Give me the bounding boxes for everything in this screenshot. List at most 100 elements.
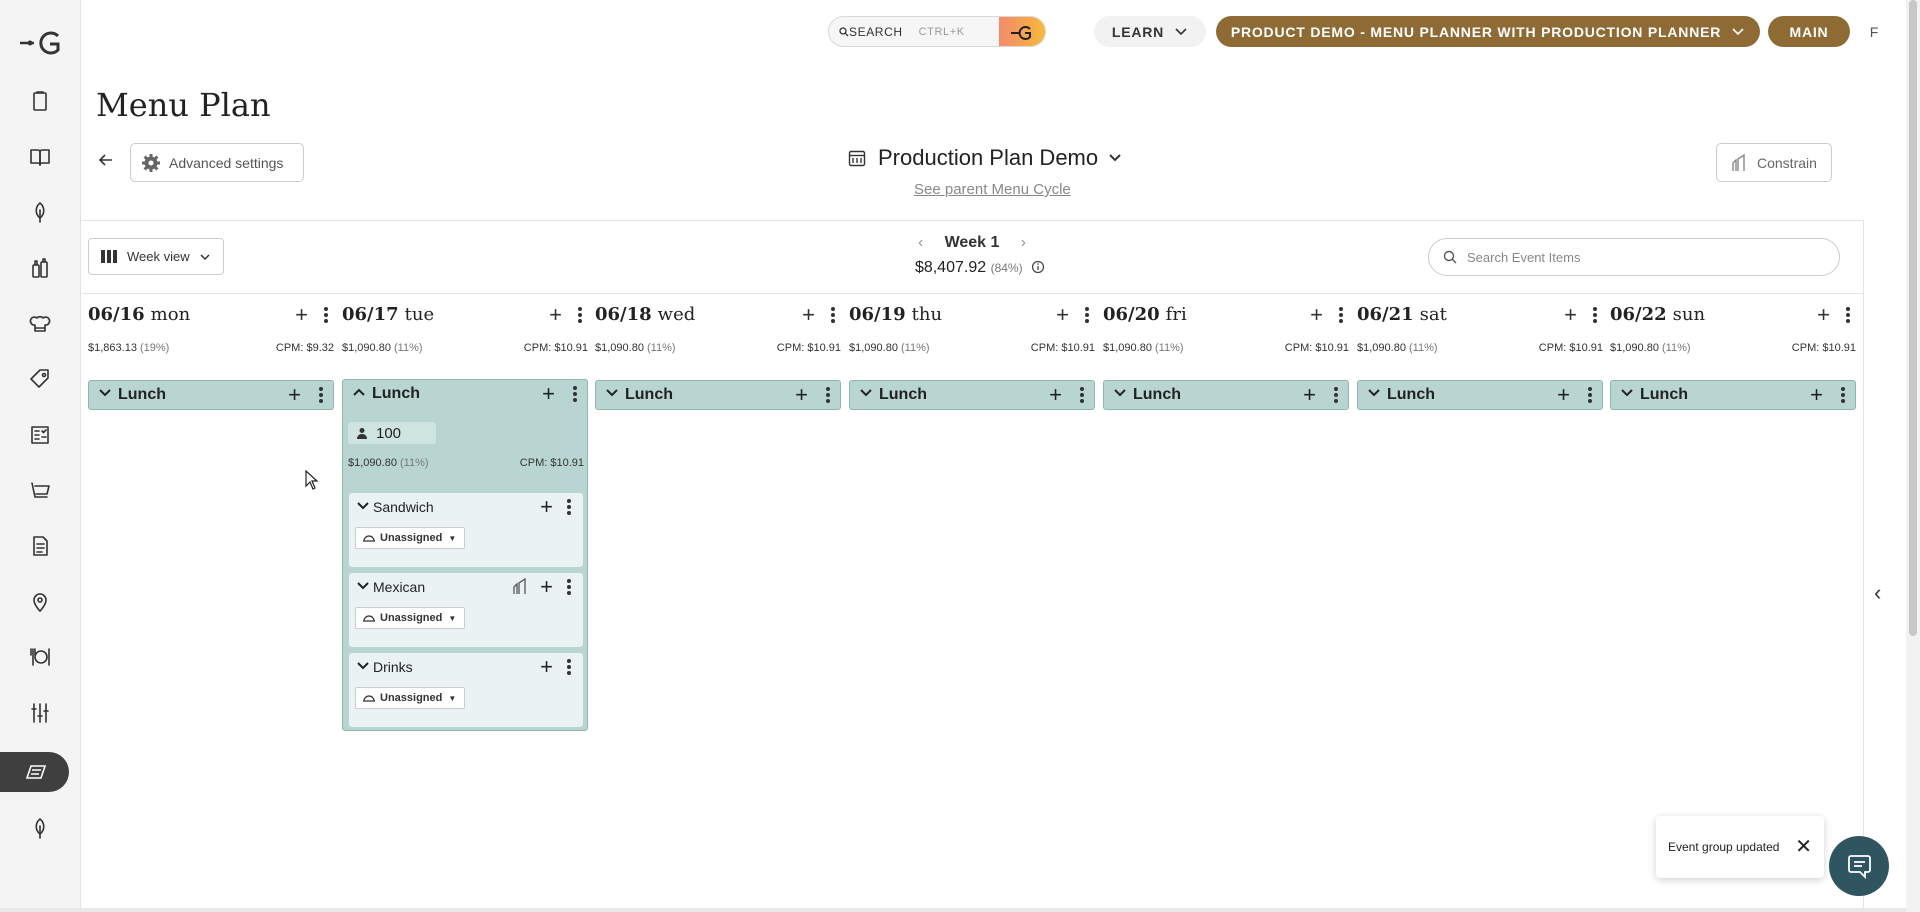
meal-card[interactable]: Lunch + — [849, 380, 1095, 410]
add-icon[interactable]: + — [802, 302, 815, 328]
constrain-icon[interactable] — [511, 578, 529, 596]
back-arrow-icon[interactable] — [96, 150, 116, 170]
chat-support-button[interactable] — [1829, 836, 1889, 896]
location-pin-icon[interactable] — [24, 586, 56, 618]
more-options-icon[interactable] — [1080, 387, 1084, 405]
meal-card[interactable]: Lunch + — [1610, 380, 1856, 410]
add-icon[interactable]: + — [540, 494, 553, 520]
day-pct: (19%) — [140, 342, 170, 354]
sliders-icon[interactable] — [24, 697, 56, 729]
add-icon[interactable]: + — [1303, 382, 1316, 408]
chevron-down-icon[interactable] — [606, 388, 618, 398]
more-options-icon[interactable] — [1588, 387, 1592, 405]
more-options-icon[interactable] — [831, 307, 835, 325]
plan-selector[interactable]: Production Plan Demo — [848, 145, 1122, 171]
station-select[interactable]: Unassigned ▼ — [355, 527, 465, 549]
add-icon[interactable]: + — [1817, 302, 1830, 328]
cart-icon[interactable] — [24, 475, 56, 507]
chevron-down-icon[interactable] — [99, 388, 111, 398]
project-switcher-button[interactable]: PRODUCT DEMO - MENU PLANNER WITH PRODUCT… — [1216, 16, 1760, 47]
more-options-icon[interactable] — [567, 579, 571, 597]
parent-menu-cycle-link[interactable]: See parent Menu Cycle — [914, 181, 1071, 198]
checklist-icon[interactable] — [24, 419, 56, 451]
meal-card-expanded[interactable]: Lunch + 100 $1,090.80 (11%) CPM: $10.91 … — [342, 379, 588, 731]
add-icon[interactable]: + — [540, 574, 553, 600]
more-options-icon[interactable] — [1085, 307, 1089, 325]
more-options-icon[interactable] — [1339, 307, 1343, 325]
chef-hat-icon[interactable] — [24, 308, 56, 340]
meal-stats: $1,090.80 (11%) CPM: $10.91 — [348, 457, 584, 469]
tag-icon[interactable] — [24, 363, 56, 395]
meal-card[interactable]: Lunch + — [88, 380, 334, 410]
menu-plan-nav-active[interactable] — [0, 752, 69, 792]
more-options-icon[interactable] — [826, 387, 830, 405]
more-options-icon[interactable] — [324, 307, 328, 325]
chevron-down-icon[interactable] — [1621, 388, 1633, 398]
more-options-icon[interactable] — [578, 307, 582, 325]
prev-week-icon[interactable]: ‹ — [918, 234, 923, 252]
station-select[interactable]: Unassigned ▼ — [355, 607, 465, 629]
galley-logo[interactable] — [18, 28, 64, 58]
bottles-icon[interactable] — [24, 252, 56, 284]
book-icon[interactable] — [24, 141, 56, 173]
course-card[interactable]: Sandwich + Unassigned ▼ — [349, 493, 583, 567]
add-icon[interactable]: + — [1310, 302, 1323, 328]
meal-card[interactable]: Lunch + — [1357, 380, 1603, 410]
more-options-icon[interactable] — [1593, 307, 1597, 325]
add-icon[interactable]: + — [1056, 302, 1069, 328]
plate-fork-icon[interactable] — [24, 641, 56, 673]
scrollbar-thumb[interactable] — [1909, 0, 1917, 636]
cloche-icon — [363, 535, 375, 542]
meal-header[interactable]: Lunch + — [343, 380, 587, 410]
more-options-icon[interactable] — [1846, 307, 1850, 325]
collapse-panel-icon[interactable]: ‹ — [1874, 580, 1881, 606]
meal-card[interactable]: Lunch + — [595, 380, 841, 410]
more-options-icon[interactable] — [319, 387, 323, 405]
course-card[interactable]: Mexican + Unassigned ▼ — [349, 573, 583, 647]
chevron-down-icon[interactable] — [357, 501, 369, 511]
next-week-icon[interactable]: › — [1021, 234, 1026, 252]
user-avatar[interactable]: F — [1862, 16, 1886, 47]
info-icon[interactable] — [1031, 260, 1045, 274]
chevron-down-icon[interactable] — [357, 581, 369, 591]
more-options-icon[interactable] — [1841, 387, 1845, 405]
add-icon[interactable]: + — [1557, 382, 1570, 408]
add-icon[interactable]: + — [295, 302, 308, 328]
document-icon[interactable] — [24, 530, 56, 562]
add-icon[interactable]: + — [1564, 302, 1577, 328]
chevron-down-icon[interactable] — [1368, 388, 1380, 398]
global-search-button[interactable]: SEARCH CTRL+K — [828, 16, 1046, 47]
station-select[interactable]: Unassigned ▼ — [355, 687, 465, 709]
more-options-icon[interactable] — [567, 499, 571, 517]
add-icon[interactable]: + — [1810, 382, 1823, 408]
add-icon[interactable]: + — [540, 654, 553, 680]
guest-count-input[interactable]: 100 — [348, 422, 436, 444]
meal-card[interactable]: Lunch + — [1103, 380, 1349, 410]
clipboard-icon[interactable] — [24, 85, 56, 117]
leaf-icon[interactable] — [24, 812, 56, 844]
branch-button[interactable]: MAIN — [1768, 16, 1850, 47]
more-options-icon[interactable] — [573, 386, 577, 404]
add-icon[interactable]: + — [542, 381, 555, 407]
chevron-up-icon[interactable] — [353, 387, 365, 397]
more-options-icon[interactable] — [567, 659, 571, 677]
advanced-settings-button[interactable]: Advanced settings — [130, 143, 304, 182]
close-icon[interactable]: ✕ — [1795, 834, 1812, 859]
learn-menu-button[interactable]: LEARN — [1094, 16, 1206, 47]
course-name: Drinks — [373, 659, 413, 675]
chevron-down-icon[interactable] — [860, 388, 872, 398]
view-mode-select[interactable]: Week view — [88, 238, 224, 275]
scrollbar[interactable] — [1906, 0, 1920, 912]
galley-ai-icon[interactable] — [999, 17, 1045, 46]
more-options-icon[interactable] — [1334, 387, 1338, 405]
chevron-down-icon[interactable] — [1114, 388, 1126, 398]
add-icon[interactable]: + — [288, 382, 301, 408]
add-icon[interactable]: + — [795, 382, 808, 408]
event-items-search-input[interactable]: Search Event Items — [1428, 238, 1840, 276]
add-icon[interactable]: + — [549, 302, 562, 328]
course-card[interactable]: Drinks + Unassigned ▼ — [349, 653, 583, 727]
leaf-icon[interactable] — [24, 196, 56, 228]
chevron-down-icon[interactable] — [357, 661, 369, 671]
add-icon[interactable]: + — [1049, 382, 1062, 408]
constrain-button[interactable]: Constrain — [1716, 143, 1832, 182]
